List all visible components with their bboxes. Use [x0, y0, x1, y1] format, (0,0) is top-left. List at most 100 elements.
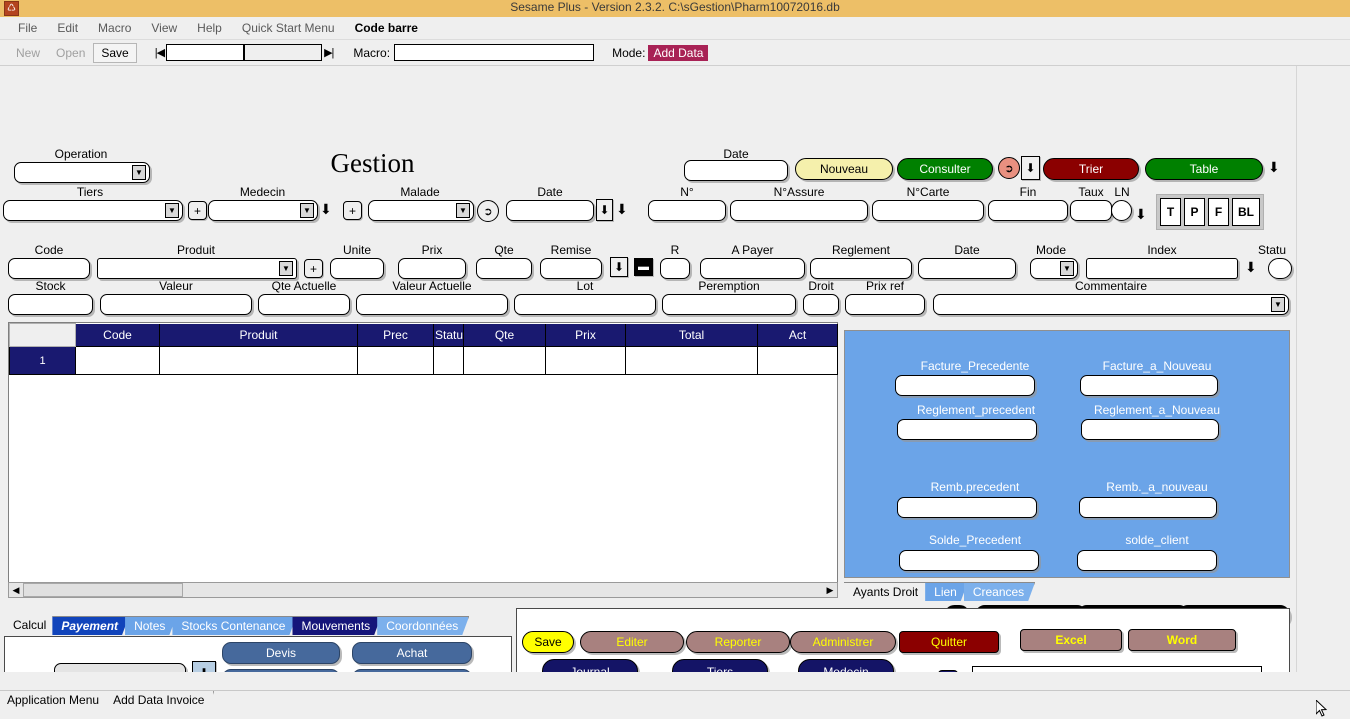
- down-arrow-icon-5[interactable]: ⬇: [1245, 260, 1257, 274]
- index-input[interactable]: [1086, 258, 1238, 279]
- medecin-combo[interactable]: ▼: [208, 200, 318, 221]
- chevron-down-icon[interactable]: ▼: [1060, 261, 1074, 276]
- tab-calcul[interactable]: Calcul: [4, 616, 56, 635]
- payment-amount-input[interactable]: [54, 663, 186, 672]
- chevron-down-icon[interactable]: ▼: [1271, 297, 1285, 312]
- chevron-down-icon[interactable]: ▼: [165, 203, 179, 218]
- grid-cell-total[interactable]: [625, 346, 758, 375]
- new-button[interactable]: New: [8, 44, 48, 62]
- grid-col-act[interactable]: Act: [757, 323, 838, 347]
- menu-item-macro[interactable]: Macro: [88, 19, 141, 37]
- n-assure-input[interactable]: [730, 200, 868, 221]
- status-tab-application-menu[interactable]: Application Menu: [0, 691, 109, 709]
- add-produit-button[interactable]: +: [304, 259, 323, 278]
- tab-notes[interactable]: Notes: [125, 616, 176, 635]
- table-button[interactable]: Table: [1145, 158, 1263, 180]
- chevron-down-icon[interactable]: ▼: [300, 203, 314, 218]
- excel-button[interactable]: Excel: [1020, 629, 1122, 651]
- chevron-down-icon[interactable]: ▼: [456, 203, 470, 218]
- a-payer-input[interactable]: [700, 258, 805, 279]
- remb-a-nouveau-input[interactable]: [1079, 497, 1217, 518]
- date-row2-input[interactable]: [506, 200, 594, 221]
- menu-item-view[interactable]: View: [141, 19, 187, 37]
- command-note-textarea[interactable]: [972, 666, 1262, 672]
- menu-item-file[interactable]: File: [8, 19, 47, 37]
- scrollbar-thumb[interactable]: [23, 583, 183, 597]
- record-total-input[interactable]: [244, 44, 323, 61]
- r-input[interactable]: [660, 258, 690, 279]
- commentaire-combo[interactable]: ▼: [933, 294, 1289, 315]
- reporter-button[interactable]: Reporter: [686, 631, 790, 653]
- scroll-left-icon[interactable]: ◀: [9, 583, 23, 597]
- reglement-input[interactable]: [810, 258, 912, 279]
- lot-input[interactable]: [514, 294, 656, 315]
- n-carte-input[interactable]: [872, 200, 984, 221]
- add-medecin-button[interactable]: +: [343, 201, 362, 220]
- retour-button[interactable]: Retour: [352, 669, 472, 672]
- tiers-combo[interactable]: ▼: [3, 200, 183, 221]
- quitter-button[interactable]: Quitter: [899, 631, 999, 653]
- add-tiers-button[interactable]: +: [188, 201, 207, 220]
- scroll-right-icon[interactable]: ▶: [823, 583, 837, 597]
- grid-cell-statu[interactable]: [433, 346, 464, 375]
- tab-stocks-contenance[interactable]: Stocks Contenance: [172, 616, 296, 635]
- solde-client-input[interactable]: [1077, 550, 1217, 571]
- nav-last-icon[interactable]: ▶|: [322, 46, 335, 59]
- payment-dropdown-button[interactable]: ⬇: [192, 661, 216, 672]
- journal-button[interactable]: Journal: [542, 659, 638, 672]
- droit-input[interactable]: [803, 294, 839, 315]
- chevron-down-icon[interactable]: ▼: [132, 165, 146, 180]
- facture-a-nouveau-input[interactable]: [1080, 375, 1218, 396]
- line-items-grid[interactable]: Code Produit Prec Statu Qte Prix Total A…: [8, 322, 838, 596]
- solde-precedent-input[interactable]: [899, 550, 1039, 571]
- administrer-button[interactable]: Administrer: [790, 631, 896, 653]
- macro-input[interactable]: [394, 44, 595, 61]
- save-button[interactable]: Save: [93, 42, 137, 63]
- facture-precedente-input[interactable]: [895, 375, 1035, 396]
- mode-combo[interactable]: ▼: [1030, 258, 1078, 279]
- down-arrow-icon-2[interactable]: ⬇: [320, 202, 332, 216]
- status-tab-add-data-invoice[interactable]: Add Data Invoice: [106, 691, 214, 709]
- fin-input[interactable]: [988, 200, 1068, 221]
- remise-dropdown-button[interactable]: ⬇: [610, 257, 628, 277]
- qte-input[interactable]: [476, 258, 532, 279]
- date-row4-input[interactable]: [918, 258, 1016, 279]
- f-key-button[interactable]: F: [938, 670, 958, 672]
- trier-button[interactable]: Trier: [1043, 158, 1139, 180]
- menu-item-edit[interactable]: Edit: [47, 19, 88, 37]
- taux-input[interactable]: [1070, 200, 1112, 221]
- grid-cell-prec[interactable]: [357, 346, 434, 375]
- word-button[interactable]: Word: [1128, 629, 1236, 651]
- forward-arrow-button[interactable]: ➲: [998, 157, 1020, 179]
- consulter-button[interactable]: Consulter: [897, 158, 993, 180]
- grid-cell-code[interactable]: [75, 346, 160, 375]
- tab-mouvements[interactable]: Mouvements: [292, 616, 381, 635]
- peremption-input[interactable]: [662, 294, 796, 315]
- down-arrow-icon-3[interactable]: ⬇: [616, 202, 628, 216]
- statu-input[interactable]: [1268, 258, 1292, 279]
- malade-go-button[interactable]: ➲: [477, 200, 499, 222]
- malade-combo[interactable]: ▼: [368, 200, 474, 221]
- key-bl-button[interactable]: BL: [1232, 198, 1260, 226]
- tab-creances[interactable]: Creances: [964, 582, 1035, 601]
- grid-horizontal-scrollbar[interactable]: ◀ ▶: [8, 582, 838, 598]
- grid-col-produit[interactable]: Produit: [159, 323, 358, 347]
- valeur-input[interactable]: [100, 294, 252, 315]
- grid-cell-qte[interactable]: [463, 346, 546, 375]
- numero-input[interactable]: [648, 200, 726, 221]
- grid-cell-prix[interactable]: [545, 346, 626, 375]
- chevron-down-icon[interactable]: ▼: [279, 261, 293, 276]
- key-f-button[interactable]: F: [1208, 198, 1229, 226]
- date-dropdown-button[interactable]: ⬇: [596, 199, 613, 221]
- achat-button[interactable]: Achat: [352, 642, 472, 664]
- key-p-button[interactable]: P: [1184, 198, 1205, 226]
- remise-input[interactable]: [540, 258, 602, 279]
- stock-input[interactable]: [8, 294, 93, 315]
- grid-col-prec[interactable]: Prec: [357, 323, 434, 347]
- menu-item-quick-start-menu[interactable]: Quick Start Menu: [232, 19, 345, 37]
- key-t-button[interactable]: T: [1160, 198, 1181, 226]
- editer-button[interactable]: Editer: [580, 631, 684, 653]
- reglement-a-nouveau-input[interactable]: [1081, 419, 1219, 440]
- grid-col-prix[interactable]: Prix: [545, 323, 626, 347]
- table-row[interactable]: 1: [9, 346, 838, 375]
